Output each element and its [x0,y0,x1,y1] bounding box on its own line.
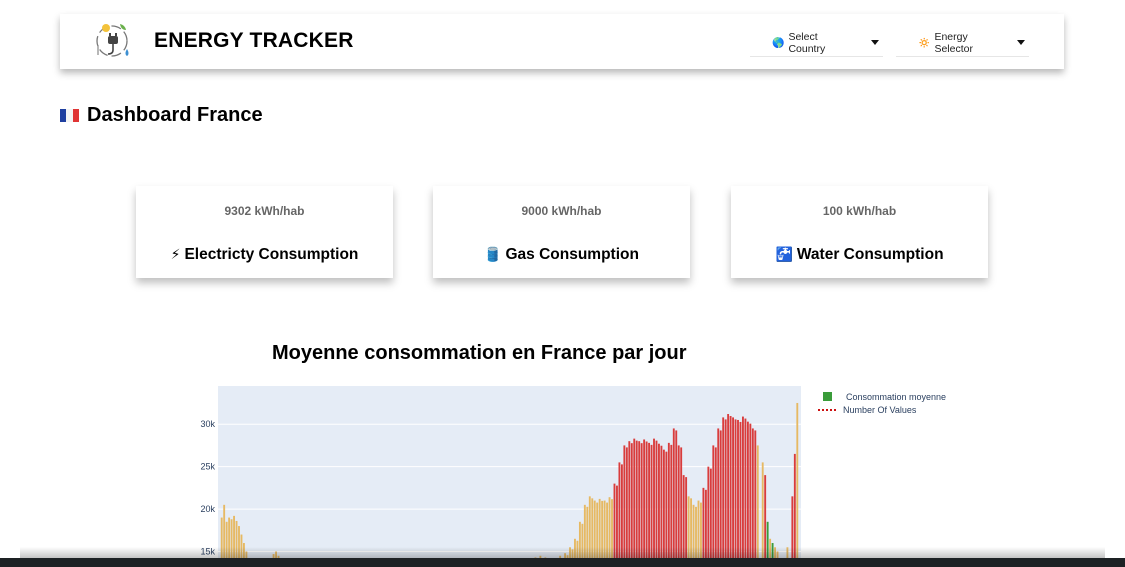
water-label: 🚰 Water Consumption [731,246,988,264]
bar [742,416,744,560]
bar [749,423,752,560]
brand-title[interactable]: ENERGY TRACKER [154,29,354,53]
bar [737,419,739,560]
y-tick-label: 30k [200,419,215,429]
bar [618,462,621,560]
bar [675,430,678,560]
sun-icon: 🔅 [918,37,931,49]
bar [707,466,710,560]
bar [732,417,735,560]
bar [638,441,641,560]
bar [665,451,668,560]
bar [662,449,665,560]
legend-item-values[interactable]: Number Of Values [818,403,946,416]
water-tap-icon: 🚰 [775,246,793,262]
electricity-label-text: Electricty Consumption [184,246,359,263]
bar [714,447,717,560]
bar [746,421,749,560]
bar [640,443,643,560]
bar [623,445,626,560]
energy-logo-icon[interactable] [90,19,136,63]
lightning-icon: ⚡ [170,246,181,262]
page-title-text: Dashboard France [87,104,263,126]
bar [660,445,663,560]
legend-label-values: Number Of Values [843,404,917,415]
bar [667,442,670,560]
bar [677,445,680,560]
gas-label: 🛢️ Gas Consumption [433,246,690,264]
bar [722,417,725,560]
bar [724,419,727,560]
bar [655,440,658,560]
bar [650,444,653,560]
legend-label-consommation: Consommation moyenne [846,391,947,402]
bar [643,439,646,560]
water-card: 100 kWh/hab 🚰 Water Consumption [731,186,988,278]
select-country-label: Select Country [788,31,826,55]
bar [620,464,623,560]
bar [625,447,628,560]
oil-barrel-icon: 🛢️ [484,246,502,262]
bottom-bar [0,558,1125,567]
bar [796,402,799,560]
gas-card: 9000 kWh/hab 🛢️ Gas Consumption [433,186,690,278]
chevron-down-icon [1017,39,1025,45]
gas-label-text: Gas Consumption [505,246,639,263]
legend-item-consommation[interactable]: Consommation moyenne [818,390,946,403]
bar [630,443,633,560]
select-country-dropdown[interactable]: 🌎 Select Country [750,31,883,57]
chevron-down-icon [871,39,879,45]
water-label-text: Water Consumption [796,246,944,263]
bar [734,419,737,560]
water-value: 100 kWh/hab [822,204,897,218]
legend-dash-icon [818,408,836,411]
gas-value: 9000 kWh/hab [521,204,602,218]
bar [717,428,720,560]
electricity-value: 9302 kWh/hab [224,204,305,218]
bar [628,441,631,560]
france-flag-icon [60,109,79,122]
electricity-label: ⚡ Electricty Consumption [136,246,393,264]
consumption-chart[interactable]: 15k20k25k30k [180,380,810,560]
energy-selector-label: Energy Selector [934,31,973,55]
bar [633,438,636,560]
bar [727,414,730,560]
chart-title: Moyenne consommation en France par jour [272,342,687,364]
bar [635,440,638,560]
bar [754,430,757,560]
bar [739,421,742,560]
bar [756,445,759,560]
bar [653,438,655,560]
bar [719,430,722,560]
electricity-card: 9302 kWh/hab ⚡ Electricty Consumption [136,186,393,278]
page-title: Dashboard France [60,104,263,127]
navbar: ENERGY TRACKER 🌎 Select Country 🔅 Energy… [60,14,1064,69]
chart-legend[interactable]: Consommation moyenne Number Of Values [818,390,946,416]
bar [680,447,683,560]
bar [751,428,754,560]
y-tick-label: 25k [200,462,215,472]
bar [670,444,673,560]
bar [793,453,796,560]
legend-square-icon [823,392,832,401]
bar [672,428,675,560]
bar [645,441,648,560]
bar [712,445,715,560]
bar [761,462,764,560]
y-tick-label: 20k [200,504,215,514]
bar [744,418,747,560]
bar [658,443,660,560]
globe-icon: 🌎 [772,37,785,49]
bar [648,442,651,560]
energy-selector-dropdown[interactable]: 🔅 Energy Selector [896,31,1029,57]
bar [729,416,732,560]
